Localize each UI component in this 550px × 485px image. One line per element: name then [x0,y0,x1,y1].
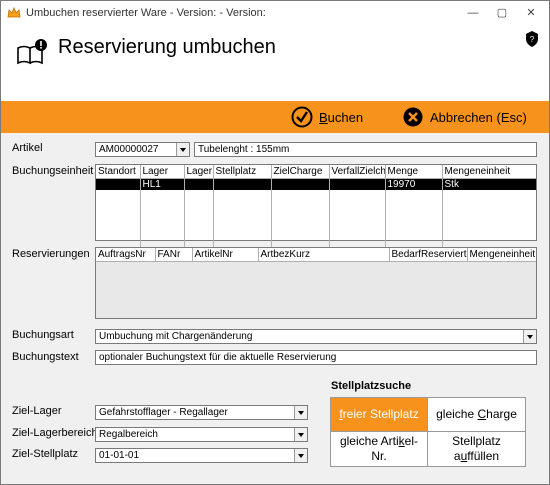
column-header[interactable]: ArtikelNr [192,248,259,262]
x-circle-icon [403,107,423,127]
reservierungen-grid[interactable]: AuftragsNr FANr ArtikelNr ArtbezKurz Bed… [95,247,537,319]
stellplatzsuche-title: Stellplatzsuche [331,380,412,392]
buchen-label: Buchen [319,109,364,125]
artikel-select[interactable]: AM00000027 [95,142,190,157]
svg-text:?: ? [530,35,535,44]
grid-header-row: AuftragsNr FANr ArtikelNr ArtbezKurz Bed… [96,248,536,262]
abbrechen-label: Abbrechen (Esc) [430,109,527,125]
abbrechen-button[interactable]: Abbrechen (Esc) [402,104,527,130]
grid-filler [96,190,536,255]
ziel-lagerbereich-select[interactable]: Regalbereich [95,427,308,442]
buchungsart-label: Buchungsart [12,329,74,341]
grid-header-row: Standort Lager Lager Stellplatz ZielChar… [96,165,536,179]
buchungstext-input[interactable]: optionaler Buchungstext für die aktuelle… [95,350,537,365]
ziel-lager-label: Ziel-Lager [12,405,62,417]
column-header[interactable]: Lager [140,165,185,179]
buchungseinheit-label: Buchungseinheit [12,165,94,177]
column-header[interactable]: AuftragsNr [96,248,156,262]
column-header[interactable]: Mengeneinheit [442,165,536,179]
artikel-description: Tubelenght : 155mm [194,142,537,157]
chevron-down-icon[interactable] [176,143,189,156]
column-header[interactable]: Mengeneinheit [467,248,536,262]
shield-question-icon[interactable]: ? [525,31,539,47]
stellplatzsuche-group: Stellplatzsuche freier Stellplatz gleich… [325,380,529,467]
book-alert-icon [17,39,47,65]
column-header[interactable]: VerfallZielch [329,165,386,179]
stellplatz-auffuellen-button[interactable]: Stellplatz auffüllen [428,432,525,466]
action-toolbar: Buchen Abbrechen (Esc) [1,101,549,133]
crown-app-icon [7,6,21,18]
artikel-label: Artikel [12,142,43,154]
ziel-lager-select[interactable]: Gefahrstofflager - Regallager [95,405,308,420]
artikel-value: AM00000027 [99,144,159,155]
buchungstext-label: Buchungstext [12,351,79,363]
page-title: Reservierung umbuchen [58,36,276,58]
buchen-button[interactable]: Buchen [291,104,363,130]
freier-stellplatz-button[interactable]: freier Stellplatz [331,398,428,432]
maximize-button[interactable]: ▢ [490,4,514,22]
column-header[interactable]: Lager [184,165,214,179]
close-button[interactable]: ✕ [519,4,543,22]
minimize-button[interactable]: — [461,4,485,22]
buchungseinheit-grid[interactable]: Standort Lager Lager Stellplatz ZielChar… [95,164,537,255]
title-bar: Umbuchen reservierter Ware - Version: - … [1,1,549,25]
column-header[interactable]: Stellplatz [213,165,272,179]
column-header[interactable]: ZielCharge [271,165,330,179]
column-header[interactable]: ArtbezKurz [258,248,390,262]
gleiche-charge-button[interactable]: gleiche Charge [428,398,525,432]
chevron-down-icon[interactable] [294,428,307,441]
buchungsart-select[interactable]: Umbuchung mit Chargenänderung [95,329,537,344]
ziel-stellplatz-label: Ziel-Stellplatz [12,448,79,460]
chevron-down-icon[interactable] [523,330,536,343]
dialog-header: Reservierung umbuchen ? [1,25,549,101]
ziel-stellplatz-select[interactable]: 01-01-01 [95,448,308,463]
table-row[interactable]: HL1 19970 Stk [96,178,536,190]
buchungsart-value: Umbuchung mit Chargenänderung [99,331,253,342]
reservierungen-label: Reservierungen [12,248,90,260]
chevron-down-icon[interactable] [294,449,307,462]
check-circle-icon [291,106,313,128]
column-header[interactable]: FANr [155,248,193,262]
column-header[interactable]: Menge [385,165,443,179]
chevron-down-icon[interactable] [294,406,307,419]
column-header[interactable]: Standort [96,165,141,179]
stellplatzsuche-tiles: freier Stellplatz gleiche Charge gleiche… [330,397,526,467]
ziel-lagerbereich-label: Ziel-Lagerbereich [12,427,98,439]
gleiche-artikel-nr-button[interactable]: gleiche Artikel-Nr. [331,432,428,466]
window-title: Umbuchen reservierter Ware - Version: - … [26,7,266,19]
main-window: Umbuchen reservierter Ware - Version: - … [0,0,550,485]
column-header[interactable]: BedarfReserviert [389,248,468,262]
